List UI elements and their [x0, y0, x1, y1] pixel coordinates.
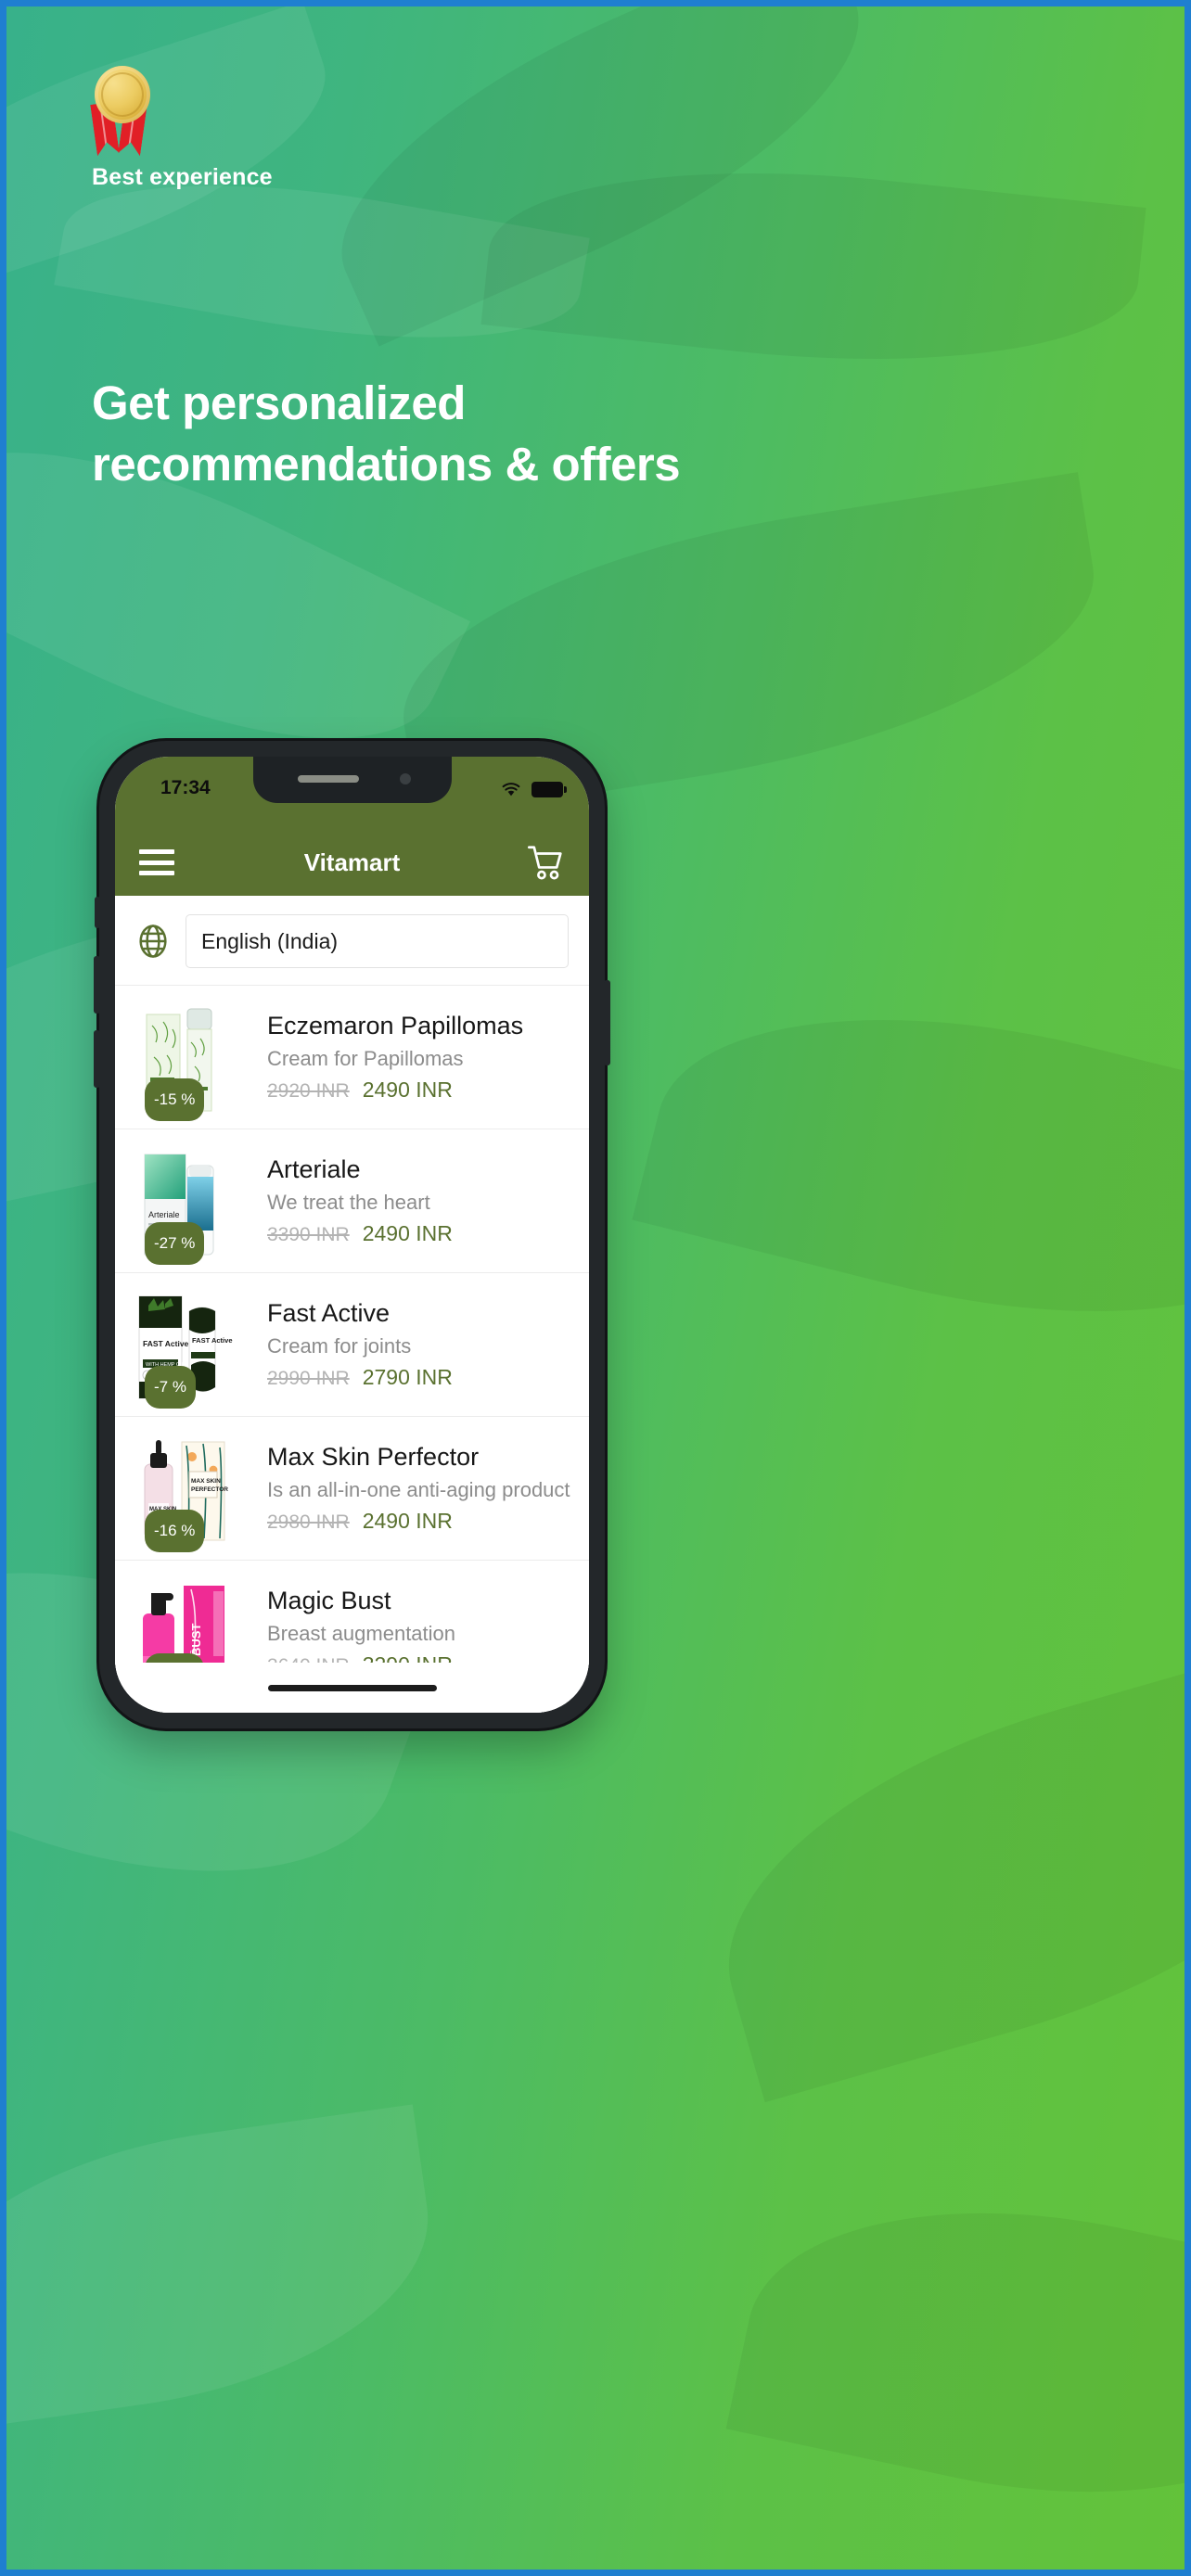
discount-badge: -27 % [145, 1222, 205, 1265]
product-prices: 3390 INR 2490 INR [267, 1221, 572, 1246]
phone-notch [252, 757, 452, 803]
promo-screenshot: Best experience Get personalized recomme… [0, 0, 1191, 2576]
product-info: Arteriale We treat the heart 3390 INR 24… [243, 1155, 572, 1246]
award-medal-icon [92, 66, 153, 155]
product-description: Breast augmentation [267, 1621, 456, 1645]
product-description: Cream for joints [267, 1333, 412, 1358]
phone-power-button [604, 980, 610, 1065]
leaf-decoration [6, 2104, 449, 2434]
discount-badge: -7 % [145, 1366, 196, 1409]
product-new-price: 2490 INR [362, 1078, 453, 1103]
promo-headline: Get personalized recommendations & offer… [92, 379, 1094, 488]
status-bar-icons [500, 781, 567, 797]
product-prices: 2990 INR 2790 INR [267, 1365, 572, 1390]
discount-badge: -15 % [145, 1078, 205, 1121]
product-thumbnail: -15 % [128, 999, 243, 1121]
product-info: Max Skin Perfector Is an all-in-one anti… [243, 1443, 572, 1534]
home-indicator-bar [115, 1663, 589, 1713]
app-content: English (India) -15 % Eczemaron Papillom… [115, 896, 589, 1713]
globe-icon [139, 925, 167, 958]
discount-badge: -16 % [145, 1510, 205, 1552]
battery-full-icon [531, 781, 567, 797]
product-description: Cream for Papillomas [267, 1046, 464, 1070]
product-thumbnail: FAST Active WITH HEMP OIL FAST Active -7… [128, 1286, 243, 1409]
product-list-item[interactable]: -15 % Eczemaron Papillomas Cream for Pap… [115, 985, 589, 1129]
product-new-price: 2490 INR [362, 1509, 453, 1534]
product-name: Eczemaron Papillomas [267, 1011, 524, 1039]
product-name: Arteriale [267, 1154, 361, 1183]
phone-mockup: 17:34 Vitamart English (India) -15 % Ecz… [94, 741, 610, 1728]
leaf-decoration [725, 2156, 1185, 2549]
phone-volume-down-button [94, 1030, 100, 1088]
status-bar-time: 17:34 [160, 777, 211, 798]
product-new-price: 2490 INR [362, 1221, 453, 1246]
product-list-item[interactable]: FAST Active WITH HEMP OIL FAST Active -7… [115, 1272, 589, 1416]
product-name: Fast Active [267, 1298, 391, 1327]
front-camera [399, 773, 411, 784]
product-info: Eczemaron Papillomas Cream for Papilloma… [243, 1012, 572, 1103]
product-thumbnail: Arteriale -27 % [128, 1142, 243, 1265]
home-indicator[interactable] [267, 1684, 437, 1691]
svg-text:Arteriale: Arteriale [148, 1210, 180, 1219]
leaf-decoration [632, 950, 1185, 1382]
hamburger-menu-icon[interactable] [139, 849, 174, 875]
app-bar: Vitamart [115, 829, 589, 896]
shopping-cart-icon[interactable] [526, 845, 565, 880]
product-prices: 2980 INR 2490 INR [267, 1509, 572, 1534]
language-input[interactable]: English (India) [186, 914, 569, 968]
headline-line-1: Get personalized [92, 376, 466, 429]
svg-text:PERFECTOR: PERFECTOR [191, 1486, 228, 1493]
phone-mute-switch [95, 897, 100, 928]
best-experience-badge: Best experience [92, 66, 370, 191]
product-new-price: 2790 INR [362, 1365, 453, 1390]
product-list-item[interactable]: Arteriale -27 % Arteriale We treat the h… [115, 1129, 589, 1272]
product-old-price: 2990 INR [267, 1368, 350, 1390]
product-description: Is an all-in-one anti-aging product [267, 1477, 570, 1501]
leaf-decoration [683, 1638, 1185, 2103]
product-old-price: 2980 INR [267, 1511, 350, 1534]
svg-text:MAX SKIN: MAX SKIN [191, 1478, 221, 1485]
badge-caption: Best experience [92, 164, 273, 190]
product-description: We treat the heart [267, 1190, 430, 1214]
product-list-item[interactable]: MAX SKIN MAX SKIN PERFECTOR [115, 1416, 589, 1560]
earpiece-speaker [297, 775, 359, 783]
product-prices: 2920 INR 2490 INR [267, 1078, 572, 1103]
phone-volume-up-button [94, 956, 100, 1014]
status-bar: 17:34 [115, 757, 589, 829]
promo-background: Best experience Get personalized recomme… [6, 6, 1185, 2570]
product-old-price: 3390 INR [267, 1224, 350, 1246]
svg-text:FAST Active: FAST Active [192, 1336, 232, 1345]
headline-line-2: recommendations & offers [92, 438, 681, 491]
app-title: Vitamart [303, 848, 401, 876]
product-old-price: 2920 INR [267, 1080, 350, 1103]
phone-screen: 17:34 Vitamart English (India) -15 % Ecz… [115, 757, 589, 1713]
product-info: Fast Active Cream for joints 2990 INR 27… [243, 1299, 572, 1390]
svg-text:FAST Active: FAST Active [143, 1339, 189, 1348]
product-name: Magic Bust [267, 1586, 391, 1614]
product-name: Max Skin Perfector [267, 1442, 480, 1471]
product-thumbnail: MAX SKIN MAX SKIN PERFECTOR [128, 1430, 243, 1552]
wifi-icon [502, 783, 520, 797]
language-selector-row: English (India) [115, 896, 589, 985]
